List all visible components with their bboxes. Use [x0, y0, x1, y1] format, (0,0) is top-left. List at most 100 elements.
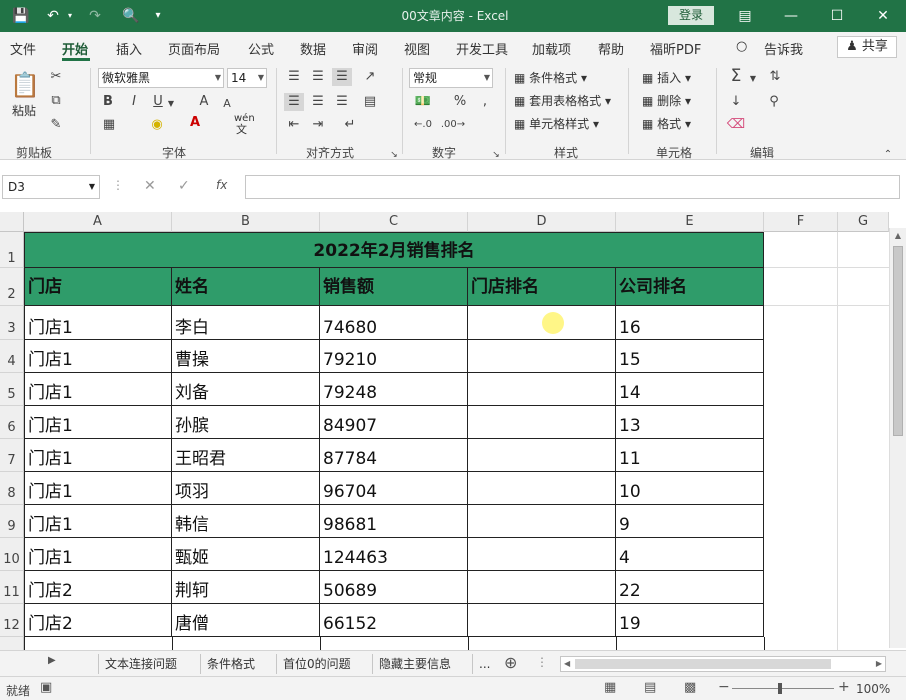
row-header-7[interactable]: 7	[0, 439, 24, 472]
data-cell[interactable]: 9	[616, 505, 764, 538]
minimize-icon[interactable]: —	[768, 0, 814, 32]
accounting-icon[interactable]: 💵	[412, 93, 434, 111]
h-scroll-thumb[interactable]	[575, 659, 831, 669]
column-header-a[interactable]: A	[24, 212, 172, 232]
more-sheets[interactable]: ...	[472, 654, 496, 674]
data-cell[interactable]: 韩信	[172, 505, 320, 538]
formula-input[interactable]	[245, 175, 900, 199]
data-cell[interactable]: 13	[616, 406, 764, 439]
italic-button[interactable]: I	[126, 93, 142, 111]
print-preview-icon[interactable]: 🔍	[120, 6, 142, 26]
font-color-icon[interactable]: A	[186, 114, 204, 132]
vertical-scrollbar[interactable]: ▲	[889, 228, 906, 648]
zoom-level[interactable]: 100%	[856, 682, 890, 696]
format-as-table-button[interactable]: ▦ 套用表格格式 ▾	[514, 93, 611, 109]
sheet-tab[interactable]: 首位0的问题	[276, 654, 357, 674]
dialog-launcher-icon[interactable]: ↘	[388, 146, 400, 164]
data-cell[interactable]	[468, 406, 616, 439]
customize-toolbar-icon[interactable]: ▾	[150, 6, 166, 26]
column-header-c[interactable]: C	[320, 212, 468, 232]
increase-font-button[interactable]: A	[196, 93, 212, 111]
redo-icon[interactable]: ↷	[84, 6, 106, 26]
data-cell[interactable]: 甄姬	[172, 538, 320, 571]
data-cell[interactable]: 唐僧	[172, 604, 320, 637]
tab-developer[interactable]: 开发工具	[456, 39, 508, 58]
tab-page-layout[interactable]: 页面布局	[168, 39, 220, 58]
page-layout-view-icon[interactable]: ▤	[644, 680, 656, 695]
tab-insert[interactable]: 插入	[116, 39, 142, 58]
format-painter-icon[interactable]: ✎	[46, 116, 66, 134]
increase-decimal-icon[interactable]: ←.0	[410, 116, 436, 134]
data-cell[interactable]: 66152	[320, 604, 468, 637]
comma-icon[interactable]: ,	[478, 93, 492, 111]
row-header-3[interactable]: 3	[0, 306, 24, 340]
tab-review[interactable]: 审阅	[352, 39, 378, 58]
collapse-ribbon-icon[interactable]: ⌃	[880, 146, 896, 164]
merge-center-icon[interactable]: ▤	[360, 93, 380, 111]
percent-button[interactable]: %	[450, 93, 470, 111]
data-cell[interactable]: 11	[616, 439, 764, 472]
login-button[interactable]: 登录	[668, 6, 714, 25]
data-cell[interactable]	[468, 373, 616, 406]
underline-dropdown-icon[interactable]: ▼	[166, 95, 176, 113]
clear-icon[interactable]: ⌫	[726, 116, 746, 134]
tell-me-search[interactable]: 告诉我	[764, 39, 803, 58]
borders-icon[interactable]: ▦	[100, 116, 118, 134]
zoom-slider[interactable]	[732, 688, 834, 689]
data-cell[interactable]: 门店2	[24, 571, 172, 604]
copy-icon[interactable]: ⧉	[46, 92, 66, 110]
font-family-select[interactable]: 微软雅黑 ▼	[98, 68, 224, 88]
data-cell[interactable]: 门店1	[24, 373, 172, 406]
tab-file[interactable]: 文件	[10, 39, 36, 58]
data-cell[interactable]: 19	[616, 604, 764, 637]
align-top-icon[interactable]: ☰	[284, 68, 304, 86]
insert-cells-button[interactable]: ▦ 插入 ▾	[642, 70, 691, 86]
bold-button[interactable]: B	[100, 93, 116, 111]
row-header-8[interactable]: 8	[0, 472, 24, 505]
align-right-icon[interactable]: ☰	[332, 93, 352, 111]
data-cell[interactable]: 14	[616, 373, 764, 406]
sheet-title-cell[interactable]: 2022年2月销售排名	[24, 232, 764, 268]
data-cell[interactable]: 96704	[320, 472, 468, 505]
data-cell[interactable]: 门店1	[24, 472, 172, 505]
data-cell[interactable]: 王昭君	[172, 439, 320, 472]
orientation-icon[interactable]: ↗	[360, 68, 380, 86]
column-header-d[interactable]: D	[468, 212, 616, 232]
ribbon-display-icon[interactable]: ▤	[722, 0, 768, 32]
data-cell[interactable]: 16	[616, 306, 764, 340]
row-header-9[interactable]: 9	[0, 505, 24, 538]
data-cell[interactable]: 79248	[320, 373, 468, 406]
scroll-left-icon[interactable]: ◀	[564, 657, 570, 671]
delete-cells-button[interactable]: ▦ 删除 ▾	[642, 93, 691, 109]
data-cell[interactable]: 门店1	[24, 505, 172, 538]
data-cell[interactable]: 10	[616, 472, 764, 505]
paste-button[interactable]: 粘贴	[12, 103, 36, 119]
header-cell-store-rank[interactable]: 门店排名	[468, 268, 616, 306]
data-cell[interactable]	[468, 472, 616, 505]
add-sheet-icon[interactable]: ⊕	[504, 653, 517, 672]
underline-button[interactable]: U	[150, 93, 166, 111]
sort-filter-icon[interactable]: ⇅	[764, 68, 786, 86]
tab-view[interactable]: 视图	[404, 39, 430, 58]
align-center-icon[interactable]: ☰	[308, 93, 328, 111]
align-left-icon[interactable]: ☰	[284, 93, 304, 111]
increase-indent-icon[interactable]: ⇥	[308, 116, 328, 134]
scroll-right-icon[interactable]: ▶	[876, 657, 882, 671]
decrease-font-button[interactable]: A	[220, 95, 234, 113]
data-cell[interactable]: 4	[616, 538, 764, 571]
undo-dropdown-icon[interactable]: ▾	[64, 6, 76, 26]
align-middle-icon[interactable]: ☰	[308, 68, 328, 86]
row-header-12[interactable]: 12	[0, 604, 24, 637]
align-bottom-icon[interactable]: ☰	[332, 68, 352, 86]
tab-help[interactable]: 帮助	[598, 39, 624, 58]
fill-color-icon[interactable]: ◉	[148, 116, 166, 134]
data-cell[interactable]: 98681	[320, 505, 468, 538]
data-cell[interactable]: 门店1	[24, 306, 172, 340]
row-header-5[interactable]: 5	[0, 373, 24, 406]
save-icon[interactable]: 💾	[10, 6, 32, 26]
scroll-up-icon[interactable]: ▲	[890, 228, 906, 244]
data-cell[interactable]: 79210	[320, 340, 468, 373]
row-header-1[interactable]: 1	[0, 232, 24, 268]
data-cell[interactable]: 项羽	[172, 472, 320, 505]
decrease-decimal-icon[interactable]: .00→	[440, 116, 466, 134]
